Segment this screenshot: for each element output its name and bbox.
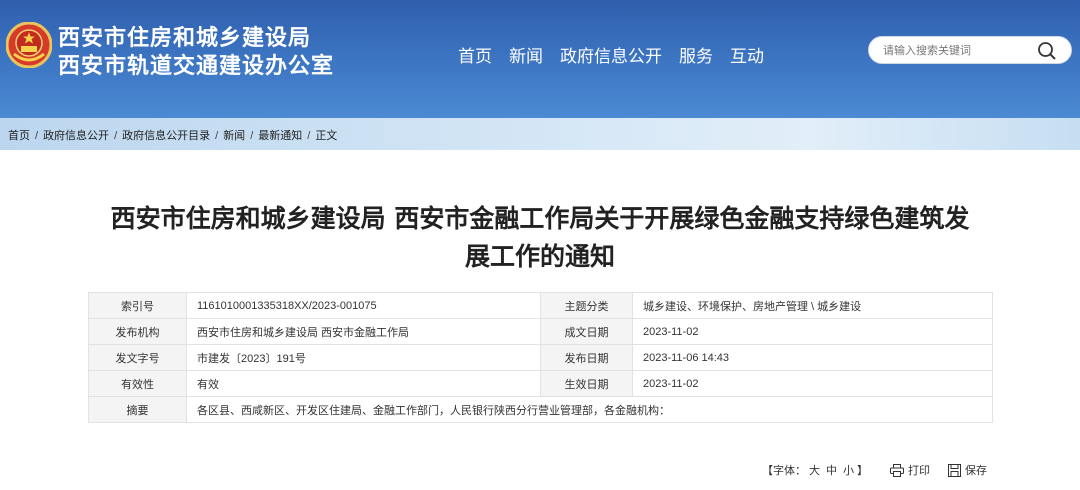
nav-home[interactable]: 首页 xyxy=(458,42,492,67)
print-label: 打印 xyxy=(908,465,930,477)
table-row: 索引号 1161010001335318XX/2023-001075 主题分类 … xyxy=(88,292,993,319)
font-size-control: 【字体：大中小】 xyxy=(762,462,868,478)
breadcrumb-bar: 首页 / 政府信息公开 / 政府信息公开目录 / 新闻 / 最新通知 / 正文 xyxy=(0,118,1080,150)
font-size-label-close: 】 xyxy=(857,465,868,477)
breadcrumb-separator: / xyxy=(215,130,219,142)
font-size-small-button[interactable]: 小 xyxy=(843,465,854,477)
meta-key: 发布日期 xyxy=(540,344,633,371)
meta-value: 2023-11-02 xyxy=(632,318,993,345)
meta-key: 索引号 xyxy=(88,292,187,319)
nav-services[interactable]: 服务 xyxy=(679,42,713,67)
font-size-label-open: 【字体： xyxy=(762,465,806,477)
article-title: 西安市住房和城乡建设局 西安市金融工作局关于开展绿色金融支持绿色建筑发 展工作的… xyxy=(80,200,1000,276)
meta-value: 市建发〔2023〕191号 xyxy=(186,344,541,371)
print-button[interactable]: 打印 xyxy=(890,462,930,478)
breadcrumb-separator: / xyxy=(35,130,39,142)
meta-key: 发文字号 xyxy=(88,344,187,371)
nav-gov-info[interactable]: 政府信息公开 xyxy=(560,42,662,67)
save-button[interactable]: 保存 xyxy=(948,462,987,478)
meta-value: 城乡建设、环境保护、房地产管理 \ 城乡建设 xyxy=(632,292,993,319)
breadcrumb-home[interactable]: 首页 xyxy=(8,130,30,142)
breadcrumb-separator: / xyxy=(250,130,254,142)
meta-value: 2023-11-02 xyxy=(632,370,993,397)
table-row: 发布机构 西安市住房和城乡建设局 西安市金融工作局 成文日期 2023-11-0… xyxy=(88,318,993,345)
printer-icon xyxy=(890,463,904,477)
breadcrumb: 首页 / 政府信息公开 / 政府信息公开目录 / 新闻 / 最新通知 / 正文 xyxy=(8,127,337,143)
search-input[interactable] xyxy=(883,42,1033,60)
article-tools: 【字体：大中小】 打印 保存 xyxy=(762,462,1005,478)
breadcrumb-current: 正文 xyxy=(315,130,338,142)
breadcrumb-news[interactable]: 新闻 xyxy=(223,130,245,142)
site-header: 西安市住房和城乡建设局 西安市轨道交通建设办公室 首页 新闻 政府信息公开 服务… xyxy=(0,0,1080,118)
document-meta-table: 索引号 1161010001335318XX/2023-001075 主题分类 … xyxy=(88,292,993,423)
summary-value: 各区县、西咸新区、开发区住建局、金融工作部门，人民银行陕西分行营业管理部，各金融… xyxy=(186,396,993,423)
article-title-line1: 西安市住房和城乡建设局 西安市金融工作局关于开展绿色金融支持绿色建筑发 xyxy=(110,204,970,233)
meta-key: 发布机构 xyxy=(88,318,187,345)
nav-news[interactable]: 新闻 xyxy=(509,42,543,67)
meta-key: 成文日期 xyxy=(540,318,633,345)
font-size-medium-button[interactable]: 中 xyxy=(826,465,837,477)
meta-key: 有效性 xyxy=(88,370,187,397)
font-size-large-button[interactable]: 大 xyxy=(809,465,820,477)
table-row: 发文字号 市建发〔2023〕191号 发布日期 2023-11-06 14:43 xyxy=(88,344,993,371)
search-box xyxy=(868,36,1072,64)
table-row: 有效性 有效 生效日期 2023-11-02 xyxy=(88,370,993,397)
search-icon[interactable] xyxy=(1037,41,1057,61)
breadcrumb-latest-notice[interactable]: 最新通知 xyxy=(258,130,302,142)
meta-key: 主题分类 xyxy=(540,292,633,319)
breadcrumb-gov-info[interactable]: 政府信息公开 xyxy=(43,130,109,142)
breadcrumb-separator: / xyxy=(307,130,311,142)
meta-value: 有效 xyxy=(186,370,541,397)
article-title-line2: 展工作的通知 xyxy=(464,242,615,271)
meta-value: 1161010001335318XX/2023-001075 xyxy=(186,292,541,319)
breadcrumb-gov-info-catalog[interactable]: 政府信息公开目录 xyxy=(122,130,210,142)
nav-interaction[interactable]: 互动 xyxy=(730,42,764,67)
save-icon xyxy=(948,463,961,477)
meta-value: 西安市住房和城乡建设局 西安市金融工作局 xyxy=(186,318,541,345)
main-nav: 首页 新闻 政府信息公开 服务 互动 xyxy=(458,42,781,67)
org-name-secondary[interactable]: 西安市轨道交通建设办公室 xyxy=(58,48,334,80)
breadcrumb-separator: / xyxy=(114,130,118,142)
national-emblem-icon xyxy=(6,22,52,68)
summary-key: 摘要 xyxy=(88,396,187,423)
table-row: 摘要 各区县、西咸新区、开发区住建局、金融工作部门，人民银行陕西分行营业管理部，… xyxy=(88,396,993,423)
meta-key: 生效日期 xyxy=(540,370,633,397)
save-label: 保存 xyxy=(965,465,987,477)
meta-value: 2023-11-06 14:43 xyxy=(632,344,993,371)
